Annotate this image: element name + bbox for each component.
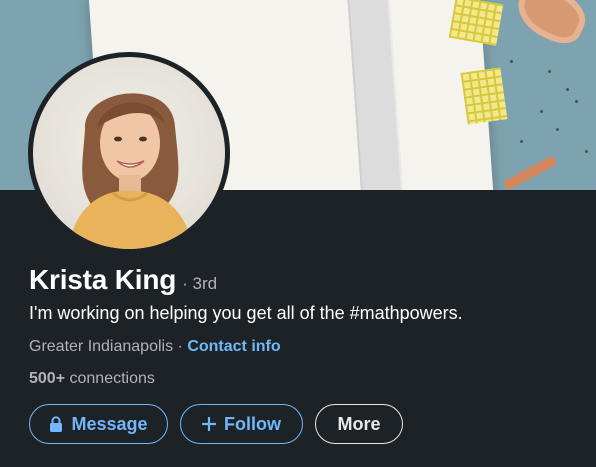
message-button-label: Message [71, 413, 148, 434]
profile-name: Krista King [29, 264, 177, 295]
contact-info-link[interactable]: Contact info [187, 338, 280, 355]
profile-actions: Message Follow More [29, 404, 403, 444]
more-button[interactable]: More [315, 404, 403, 444]
pencil-shaving-graphic [509, 0, 593, 51]
connections: 500+ connections [29, 370, 155, 388]
profile-photo [33, 57, 225, 249]
connections-label: connections [69, 370, 155, 387]
avatar[interactable] [28, 52, 230, 254]
message-button[interactable]: Message [29, 404, 168, 444]
lock-icon [49, 416, 63, 432]
notebook-elastic-band [345, 0, 405, 190]
sticky-note [448, 0, 504, 46]
pencil-graphic [502, 155, 558, 190]
sticky-note [460, 67, 508, 125]
profile-photo-graphic [69, 93, 193, 249]
name-row: Krista King · 3rd [29, 264, 217, 296]
plus-icon [202, 417, 216, 431]
profile-headline: I'm working on helping you get all of th… [29, 303, 463, 323]
follow-button-label: Follow [224, 413, 281, 434]
connection-degree: · 3rd [182, 274, 218, 293]
more-button-label: More [337, 413, 381, 434]
separator: · [177, 338, 183, 355]
follow-button[interactable]: Follow [180, 404, 303, 444]
location: Greater Indianapolis [29, 338, 174, 355]
connections-count: 500+ [29, 370, 66, 387]
location-row: Greater Indianapolis · Contact info [29, 338, 281, 356]
